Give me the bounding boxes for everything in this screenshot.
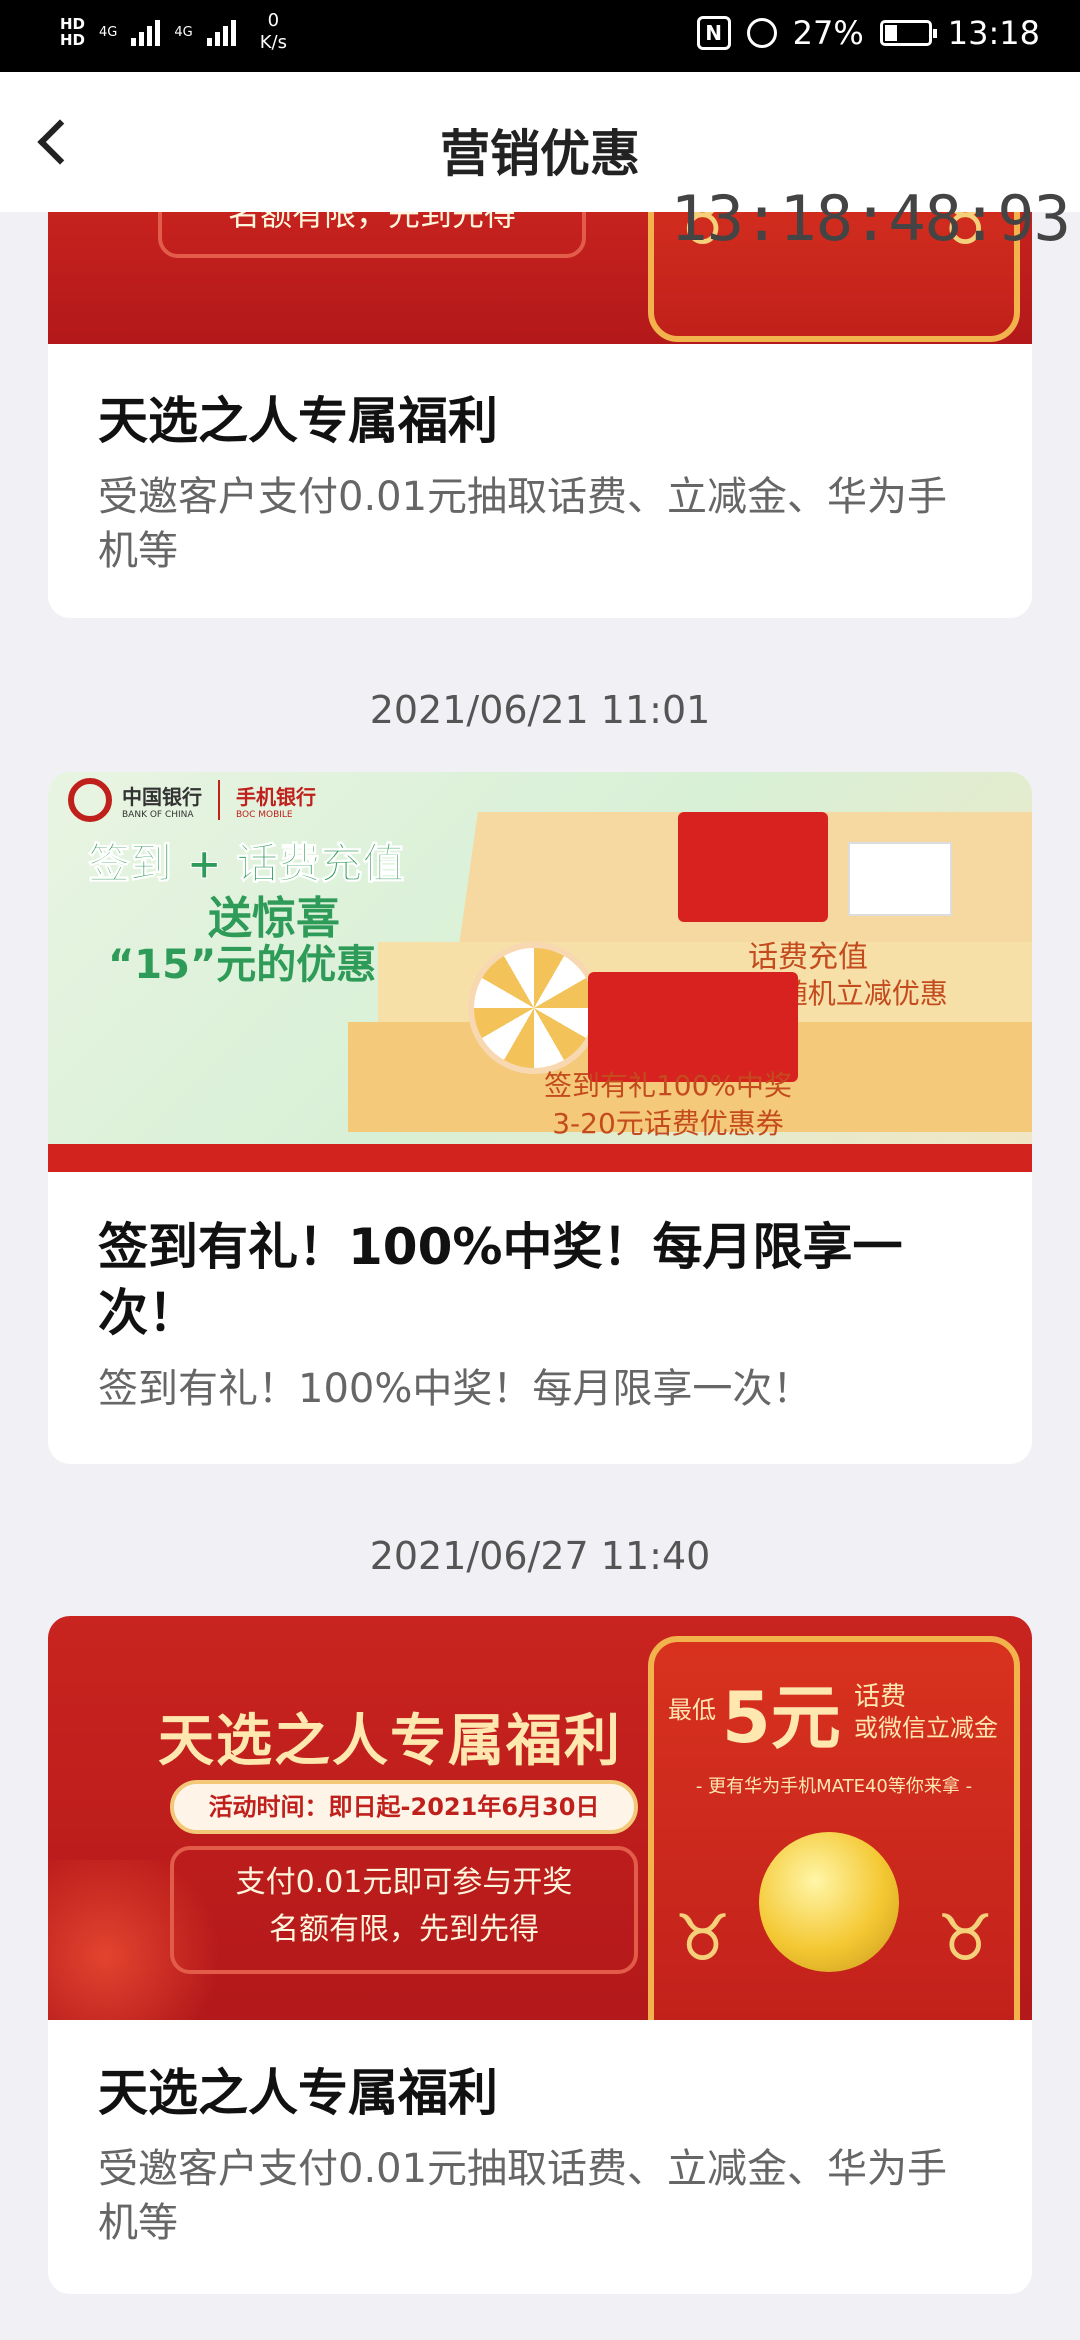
coin-icon (759, 1832, 899, 1972)
promo-banner: 天选之人专属福利 活动时间：即日起-2021年6月30日 支付0.01元即可参与… (48, 1616, 1032, 2020)
promo-date: 2021/06/21 11:01 (369, 688, 711, 732)
promo-title: 签到有礼！100%中奖！每月限享一次！ (98, 1218, 903, 1342)
ox-icon: ♉ (674, 1902, 732, 1976)
promo-title: 天选之人专属福利 (98, 2064, 498, 2122)
status-bar: HD HD 4G 4G 0 K/s N 27% 13:18 (0, 0, 1080, 72)
banner-tag: 签到有礼100%中奖 (543, 1069, 793, 1102)
banner-tag: 话费充值 (748, 940, 868, 975)
banner-headline: “15”元的优惠 (108, 942, 377, 988)
prize-wheel-icon (468, 942, 600, 1074)
promo-description: 受邀客户支付0.01元抽取话费、立减金、华为手机等 (98, 2146, 948, 2246)
promo-description: 签到有礼！100%中奖！每月限享一次！ (98, 1366, 813, 1412)
boc-logo-icon (68, 778, 112, 822)
banner-activity-time: 活动时间：即日起-2021年6月30日 (170, 1780, 638, 1834)
banner-tag: 3-20元话费优惠券 (552, 1107, 784, 1140)
gift-box-icon (678, 812, 828, 922)
bank-logo: 中国银行 BANK OF CHINA 手机银行 BOC MOBILE (68, 778, 316, 822)
red-envelope: 最低 5元 话费 或微信立减金 - 更有华为手机MATE40等你来拿 - ♉ ♉ (648, 1636, 1020, 2020)
promo-title: 天选之人专属福利 (98, 392, 498, 450)
battery-percent: 27% (792, 14, 864, 52)
banner-info-box: 支付0.01元即可参与开奖 名额有限，先到先得 (170, 1846, 638, 1974)
nfc-icon: N (696, 16, 731, 50)
network-type-1: 4G (99, 24, 118, 40)
promo-banner: 中国银行 BANK OF CHINA 手机银行 BOC MOBILE 签到 + … (48, 772, 1032, 1172)
network-type-2: 4G (174, 24, 193, 40)
battery-icon (879, 20, 937, 46)
promo-date: 2021/06/27 11:40 (369, 1534, 711, 1578)
promo-description: 受邀客户支付0.01元抽取话费、立减金、华为手机等 (98, 474, 948, 574)
alarm-icon (746, 18, 777, 48)
banner-title: 天选之人专属福利 (158, 1709, 622, 1774)
hd-indicator: HD HD (60, 15, 86, 49)
page-title: 营销优惠 (440, 125, 640, 183)
promo-card[interactable]: 天选之人专属福利 活动时间：即日起-2021年6月30日 支付0.01元即可参与… (48, 1616, 1032, 2294)
phone-card-icon (848, 842, 952, 916)
network-speed: 0 K/s (259, 10, 287, 53)
ox-icon: ♉ (936, 1902, 994, 1976)
signal-icon (131, 18, 161, 46)
overlay-timestamp: 13:18:48:93 (670, 182, 1071, 255)
status-time: 13:18 (947, 14, 1040, 52)
signal-icon (206, 18, 236, 46)
promo-card[interactable]: 中国银行 BANK OF CHINA 手机银行 BOC MOBILE 签到 + … (48, 772, 1032, 1464)
